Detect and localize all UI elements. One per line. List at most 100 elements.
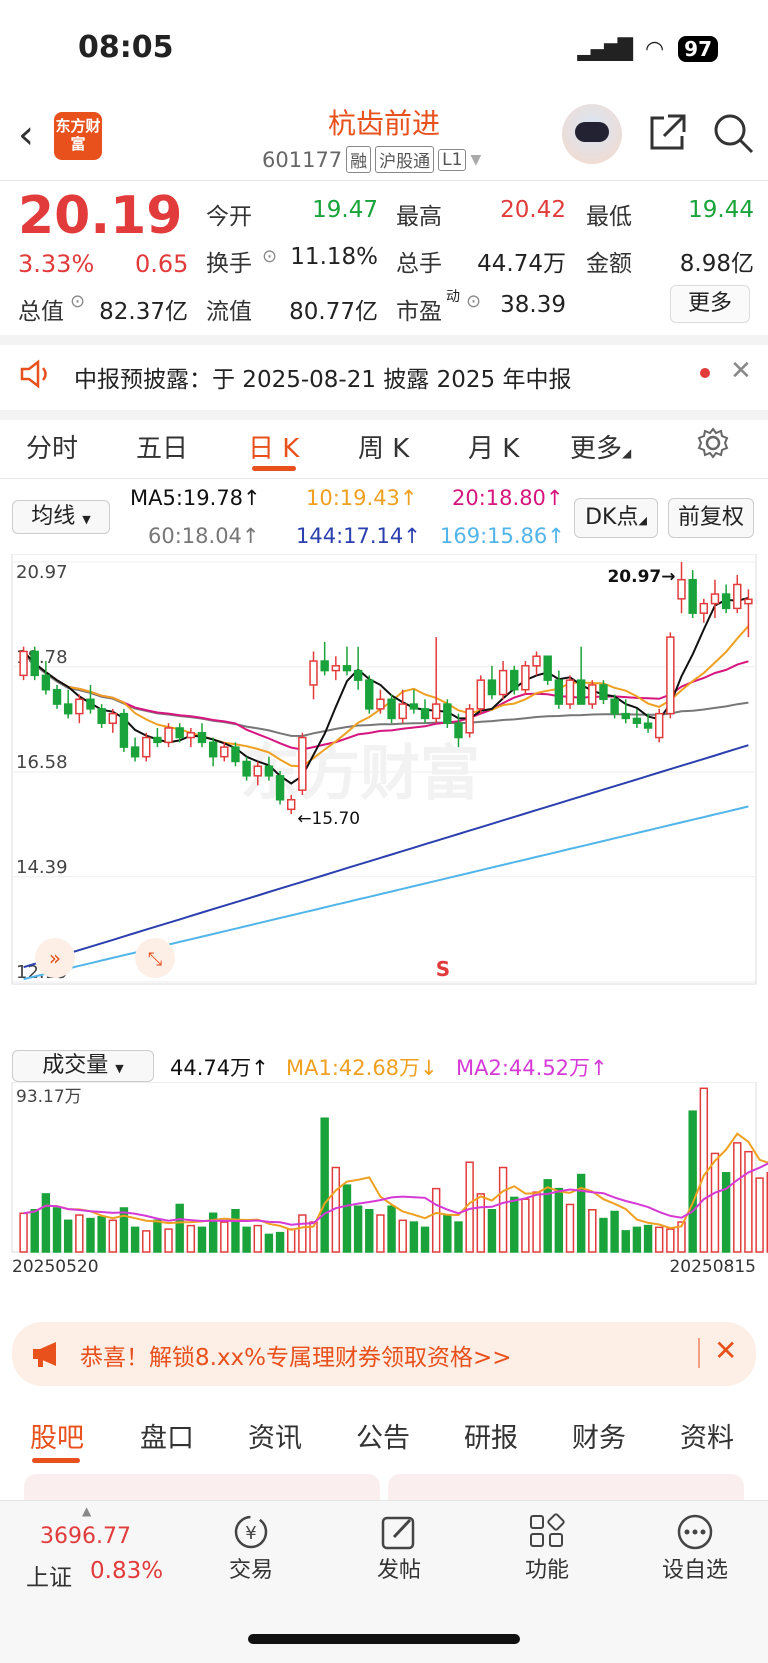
volume-bar [420, 1226, 430, 1253]
volume-bar [197, 1226, 207, 1253]
add-watchlist-button[interactable]: 设自选 [640, 1512, 750, 1584]
value-turnover: 11.18% [290, 244, 378, 270]
subtab-news[interactable]: 资讯 [248, 1416, 302, 1455]
label-turnover: 换手 [206, 251, 252, 277]
tab-intraday[interactable]: 分时 [26, 428, 78, 465]
ma-selector[interactable]: 均线 ▼ [12, 500, 110, 534]
volume-bar [510, 1196, 519, 1253]
volume-bar [86, 1217, 95, 1253]
info-icon[interactable]: ⊙ [466, 291, 481, 312]
volume-bar [142, 1230, 151, 1253]
info-icon[interactable]: ⊙ [262, 246, 277, 267]
dk-point-button[interactable]: DK点◢ [574, 498, 658, 538]
index-change[interactable]: 0.83% [90, 1558, 163, 1584]
post-button[interactable]: 发帖 [344, 1512, 454, 1584]
candle-body [342, 665, 352, 672]
volume-indicator-selector[interactable]: 成交量 ▼ [12, 1050, 154, 1082]
candle-body [521, 665, 530, 691]
info-icon[interactable]: ⊙ [70, 291, 85, 312]
low-annotation: ←15.70 [297, 809, 360, 829]
candle-body [320, 660, 329, 672]
volume-bar [431, 1187, 441, 1253]
subtab-profile[interactable]: 资料 [680, 1416, 734, 1455]
more-quote-button[interactable]: 更多 [670, 285, 750, 323]
subtab-financials[interactable]: 财务 [572, 1416, 626, 1455]
wifi-icon: ◠ [644, 36, 665, 62]
ma60-value: 60:18.04↑ [148, 524, 260, 548]
candle-body [253, 765, 262, 777]
volume-bar [643, 1224, 653, 1253]
candle-body [376, 698, 385, 710]
notice-text[interactable]: 中报预披露：于 2025-08-21 披露 2025 年中报 [74, 360, 571, 394]
kline-chart[interactable]: 20.9718.7816.5814.3912.19东方财富20.97→←15.7… [0, 554, 768, 1044]
change-amount: 0.65 [135, 250, 189, 278]
candle-body [52, 688, 62, 705]
volume-bar [744, 1150, 753, 1253]
subtab-research[interactable]: 研报 [464, 1416, 518, 1455]
tab-monthly-k[interactable]: 月 K [468, 428, 519, 465]
candle-body [666, 636, 675, 715]
candle-body [97, 708, 106, 724]
price-axis-label: 14.39 [16, 857, 68, 878]
volume-bar [320, 1117, 329, 1253]
active-subtab-indicator [32, 1458, 80, 1463]
volume-bar [621, 1230, 630, 1253]
candle-body [298, 736, 307, 791]
battery-indicator: 97 [678, 36, 718, 62]
volume-bar [688, 1110, 697, 1253]
settings-gear-icon[interactable] [696, 426, 730, 460]
price-adjust-button[interactable]: 前复权 [668, 498, 754, 538]
section-divider [0, 410, 768, 420]
volume-bar [721, 1172, 731, 1253]
stock-code: 601177 [262, 147, 343, 172]
share-icon[interactable] [646, 112, 688, 154]
tab-more[interactable]: 更多◢ [570, 428, 631, 465]
search-icon[interactable] [712, 112, 756, 156]
close-icon[interactable]: ✕ [714, 1334, 737, 1367]
tab-five-day[interactable]: 五日 [136, 428, 188, 465]
candle-body [41, 674, 51, 691]
date-end: 20250815 [669, 1257, 756, 1277]
candle-body [331, 665, 341, 672]
subtab-orderbook[interactable]: 盘口 [140, 1416, 194, 1455]
candle-body [130, 746, 140, 758]
volume-chart[interactable]: 93.17万 20250520 20250815 [0, 1082, 768, 1306]
candle-body [63, 703, 73, 715]
volume-bar [632, 1226, 642, 1253]
subtab-forum[interactable]: 股吧 [30, 1416, 84, 1455]
volume-bar [220, 1221, 229, 1253]
index-name[interactable]: 上证 [26, 1558, 72, 1592]
close-icon[interactable]: ✕ [730, 356, 752, 386]
expand-up-icon[interactable]: ▲ [82, 1504, 91, 1518]
volume-bar [97, 1216, 106, 1253]
volume-bar [275, 1231, 285, 1253]
active-tab-indicator [252, 466, 296, 471]
value-volume: 44.74万 [477, 251, 566, 277]
tab-weekly-k[interactable]: 周 K [358, 428, 409, 465]
subtab-announcements[interactable]: 公告 [356, 1416, 410, 1455]
functions-button[interactable]: 功能 [492, 1512, 602, 1584]
header-divider [0, 180, 768, 181]
volume-bar [130, 1226, 140, 1253]
forum-card[interactable] [388, 1474, 744, 1500]
unread-dot [700, 368, 710, 378]
volume-bar [153, 1219, 162, 1253]
candle-body [186, 732, 196, 739]
volume-bar [376, 1214, 385, 1253]
ma20-line [22, 650, 749, 751]
trade-button[interactable]: ¥ 交易 [196, 1512, 306, 1584]
volume-bar [365, 1209, 374, 1253]
volume-bar [108, 1219, 117, 1253]
promo-text[interactable]: 恭喜！解锁8.xx%专属理财券领取资格>> [80, 1338, 512, 1372]
ma169-line [23, 805, 749, 981]
volume-bar [487, 1209, 497, 1253]
forum-card[interactable] [24, 1474, 380, 1500]
volume-bar [755, 1177, 764, 1253]
value-mktcap: 82.37亿 [99, 299, 188, 325]
volume-ma2-line [23, 1162, 768, 1226]
index-value[interactable]: 3696.77 [40, 1524, 131, 1549]
volume-bar [398, 1219, 407, 1253]
tab-daily-k[interactable]: 日 K [248, 428, 299, 465]
megaphone-icon [33, 1342, 56, 1367]
chevron-down-icon[interactable]: ▼ [470, 152, 481, 168]
